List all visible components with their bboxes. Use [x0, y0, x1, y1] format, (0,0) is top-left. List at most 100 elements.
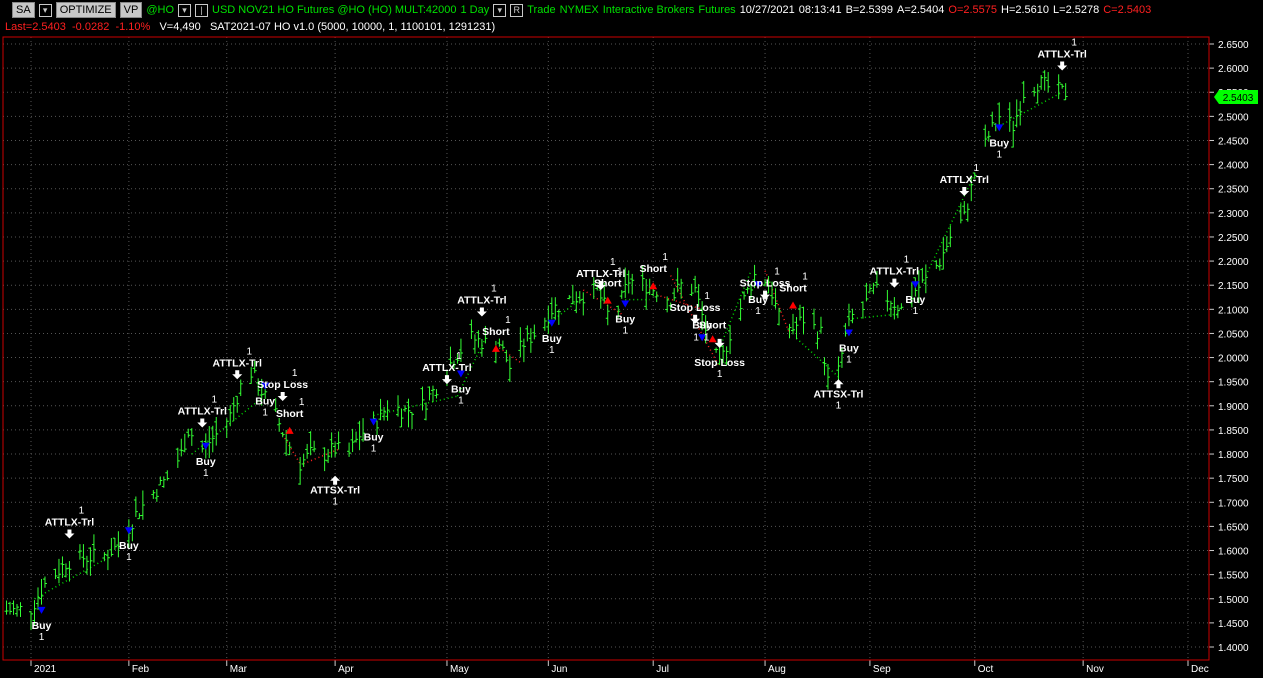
signal-qty: 1: [617, 267, 623, 278]
sa-button[interactable]: SA: [12, 2, 35, 18]
date-tick-label: Jun: [551, 664, 567, 675]
signal-qty: 1: [458, 395, 464, 406]
signal-qty: 1: [755, 306, 761, 317]
signal-qty: 1: [1071, 38, 1077, 49]
strategy-label: SAT2021-07 HO v1.0 (5000, 10000, 1, 1100…: [209, 21, 496, 33]
last-price-tag-label: 2.5403: [1223, 93, 1254, 104]
signal-qty: 1: [802, 271, 808, 282]
signal-label: Stop Loss: [670, 302, 721, 314]
signal-label: ATTLX-Trl: [1037, 49, 1086, 61]
price-chart[interactable]: Buy1ATTLX-Trl1Buy1ATTLX-Trl1Buy1ATTLX-Tr…: [0, 0, 1263, 678]
signal-qty: 1: [610, 257, 616, 268]
signal-label: ATTSX-Trl: [813, 388, 863, 400]
symbol-label[interactable]: @HO: [146, 4, 174, 16]
signal-qty: 1: [456, 351, 462, 362]
instrument-description: USD NOV21 HO Futures @HO (HO) MULT:42000: [212, 4, 457, 16]
price-tick-label: 1.5500: [1218, 571, 1249, 582]
bid-value: B=2.5399: [845, 4, 893, 16]
exchange-label: NYMEX: [559, 4, 599, 16]
price-tick-label: 1.9500: [1218, 378, 1249, 389]
signal-label: ATTLX-Trl: [45, 516, 94, 528]
interval-label[interactable]: 1 Day: [460, 4, 489, 16]
price-tick-label: 1.9000: [1218, 402, 1249, 413]
signal-qty: 1: [505, 315, 511, 326]
signal-qty: 1: [662, 252, 668, 263]
price-tick-label: 1.7000: [1218, 498, 1249, 509]
date-tick-label: Nov: [1086, 664, 1104, 675]
signal-qty: 1: [904, 255, 910, 266]
open-value: O=2.5575: [948, 4, 998, 16]
broker-label: Interactive Brokers: [602, 4, 695, 16]
price-change-pct: -1.10%: [115, 21, 151, 33]
signal-qty: 1: [299, 397, 305, 408]
date-tick-label: May: [450, 664, 469, 675]
signal-qty: 1: [79, 505, 85, 516]
price-tick-label: 1.4500: [1218, 619, 1249, 630]
price-tick-label: 1.8500: [1218, 426, 1249, 437]
price-tick-label: 2.0000: [1218, 354, 1249, 365]
signal-qty: 1: [491, 284, 497, 295]
signal-label: ATTLX-Trl: [213, 357, 262, 369]
signal-label: Short: [276, 408, 304, 420]
signal-label: Short: [594, 278, 622, 290]
symbol-dropdown-icon[interactable]: ▾: [178, 3, 191, 17]
signal-label: Buy: [196, 456, 216, 468]
signal-qty: 1: [622, 325, 628, 336]
signal-qty: 1: [693, 332, 699, 343]
signal-qty: 1: [203, 468, 209, 479]
quote-date: 10/27/2021: [739, 4, 795, 16]
signal-qty: 1: [126, 552, 132, 563]
date-tick-label: Apr: [338, 664, 354, 675]
signal-qty: 1: [717, 369, 723, 380]
signal-label: Stop Loss: [694, 357, 745, 369]
mode-button[interactable]: R: [510, 3, 524, 17]
signal-qty: 1: [262, 408, 268, 419]
price-tick-label: 2.0500: [1218, 329, 1249, 340]
optimize-button[interactable]: OPTIMIZE: [55, 2, 116, 18]
signal-qty: 1: [913, 306, 919, 317]
signal-label: Buy: [119, 540, 139, 552]
signal-qty: 1: [549, 345, 555, 356]
signal-label: Buy: [615, 313, 635, 325]
signal-qty: 1: [846, 354, 852, 365]
price-tick-label: 1.6500: [1218, 522, 1249, 533]
trade-label[interactable]: Trade: [527, 4, 555, 16]
signal-label: Stop Loss: [257, 379, 308, 391]
signal-qty: 1: [39, 632, 45, 643]
signal-qty: 1: [996, 149, 1002, 160]
sa-dropdown-icon[interactable]: ▾: [38, 3, 52, 17]
ask-value: A=2.5404: [896, 4, 945, 16]
price-tick-label: 2.6000: [1218, 64, 1249, 75]
date-tick-label: 2021: [34, 664, 57, 675]
vp-button[interactable]: VP: [119, 2, 143, 18]
interval-dropdown-icon[interactable]: ▾: [493, 3, 507, 17]
signal-label: ATTLX-Trl: [178, 406, 227, 418]
signal-label: Buy: [989, 137, 1009, 149]
date-tick-label: Mar: [230, 664, 248, 675]
signal-label: Short: [639, 263, 667, 275]
price-tick-label: 1.6000: [1218, 547, 1249, 558]
price-tick-label: 2.3500: [1218, 185, 1249, 196]
volume: V=4,490: [159, 21, 201, 33]
price-tick-label: 2.2500: [1218, 233, 1249, 244]
date-tick-label: Sep: [873, 664, 891, 675]
signal-label: ATTLX-Trl: [422, 362, 471, 374]
price-tick-label: 2.6500: [1218, 40, 1249, 51]
price-tick-label: 2.1000: [1218, 305, 1249, 316]
signal-qty: 1: [974, 163, 980, 174]
signal-qty: 1: [292, 368, 298, 379]
date-tick-label: Aug: [768, 664, 786, 675]
date-tick-label: Jul: [656, 664, 669, 675]
signal-qty: 1: [836, 400, 842, 411]
signal-label: Buy: [542, 333, 562, 345]
price-tick-label: 2.4500: [1218, 136, 1249, 147]
signal-qty: 1: [774, 267, 780, 278]
signal-qty: 1: [246, 346, 252, 357]
signal-qty: 1: [211, 395, 217, 406]
symbol-settings-icon[interactable]: |: [195, 3, 208, 17]
price-tick-label: 1.8000: [1218, 450, 1249, 461]
price-tick-label: 1.4000: [1218, 643, 1249, 654]
quote-time: 08:13:41: [798, 4, 842, 16]
signal-label: Buy: [905, 294, 925, 306]
price-tick-label: 2.4000: [1218, 161, 1249, 172]
